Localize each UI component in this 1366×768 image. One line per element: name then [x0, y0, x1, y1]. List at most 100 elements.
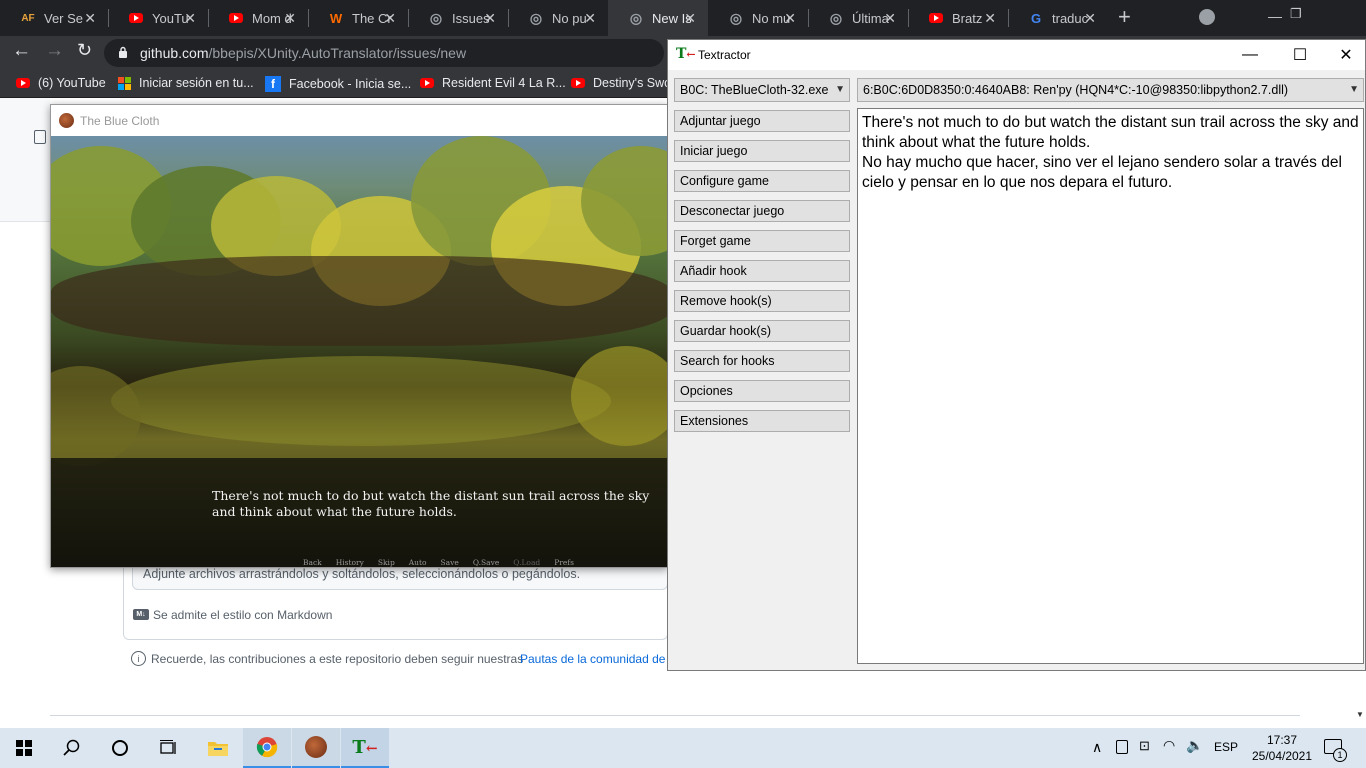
minimize-icon[interactable]: — [1227, 40, 1273, 70]
close-tab-icon[interactable]: ✕ [784, 10, 796, 27]
game-window[interactable]: The Blue Cloth There's not much to do bu… [50, 104, 668, 568]
quick-menu-history[interactable]: History [336, 558, 364, 567]
browser-tab[interactable]: W The Cr ✕ [308, 0, 408, 36]
bookmark-microsoft[interactable]: Iniciar sesión en tu... [118, 76, 254, 90]
chevron-up-icon[interactable]: ∧ [1092, 739, 1102, 756]
volume-icon[interactable]: 🔈 [1186, 737, 1203, 754]
bookmark-destiny[interactable]: Destiny's Swo [571, 76, 671, 90]
text-translation: No hay mucho que hacer, sino ver el leja… [862, 154, 1342, 191]
launch-button[interactable]: Iniciar juego [674, 140, 850, 162]
search-hooks-button[interactable]: Search for hooks [674, 350, 850, 372]
detach-button[interactable]: Desconectar juego [674, 200, 850, 222]
browser-tab[interactable]: YouTu ✕ [108, 0, 208, 36]
configure-button[interactable]: Configure game [674, 170, 850, 192]
browser-tab[interactable]: ◎ Issues ✕ [408, 0, 508, 36]
chrome-icon[interactable] [243, 728, 291, 768]
facebook-icon: f [265, 76, 281, 92]
chevron-down-icon: ▼ [835, 84, 845, 95]
browser-tab[interactable]: ◎ No pu ✕ [508, 0, 608, 36]
windows-start-icon[interactable] [0, 728, 48, 768]
tab-search-icon[interactable] [1199, 9, 1215, 25]
bookmark-youtube[interactable]: (6) YouTube [16, 76, 106, 90]
close-tab-icon[interactable]: ✕ [684, 10, 696, 27]
textractor-titlebar: T← Textractor — ☐ ✕ [668, 40, 1365, 70]
file-explorer-icon[interactable] [194, 728, 242, 768]
github-icon: ◎ [429, 9, 443, 26]
save-hook-button[interactable]: Guardar hook(s) [674, 320, 850, 342]
browser-tab-active[interactable]: ◎ New Is ✕ [608, 0, 708, 36]
game-titlebar: The Blue Cloth [51, 105, 667, 136]
close-tab-icon[interactable]: ✕ [384, 10, 396, 27]
search-icon[interactable] [48, 728, 96, 768]
quick-menu-prefs[interactable]: Prefs [554, 558, 574, 567]
close-tab-icon[interactable]: ✕ [184, 10, 196, 27]
dialogue-box: There's not much to do but watch the dis… [51, 458, 667, 567]
textractor-window: T← Textractor — ☐ ✕ B0C: TheBlueCloth-32… [667, 39, 1366, 671]
task-view-icon[interactable] [144, 728, 192, 768]
maximize-icon[interactable]: ☐ [1277, 40, 1323, 70]
clock[interactable]: 17:37 25/04/2021 [1244, 732, 1320, 764]
attach-button[interactable]: Adjuntar juego [674, 110, 850, 132]
browser-tab[interactable]: Bratz ✕ [908, 0, 1008, 36]
restore-icon[interactable]: ❐ [1290, 6, 1302, 22]
text-output[interactable]: There's not much to do but watch the dis… [857, 108, 1364, 664]
address-bar[interactable]: github.com/bbepis/XUnity.AutoTranslator/… [104, 39, 664, 67]
remove-hook-button[interactable]: Remove hook(s) [674, 290, 850, 312]
w-icon: W [329, 10, 343, 26]
game-scene[interactable]: There's not much to do but watch the dis… [51, 136, 667, 567]
github-icon: ◎ [629, 9, 643, 26]
bookmark-facebook[interactable]: f Facebook - Inicia se... [265, 76, 411, 92]
browser-tab[interactable]: AF Ver Se ✕ [0, 0, 108, 36]
game-taskbar-icon[interactable] [292, 728, 340, 768]
close-tab-icon[interactable]: ✕ [884, 10, 896, 27]
google-icon: G [1030, 10, 1042, 26]
browser-tab[interactable]: ◎ No mu ✕ [708, 0, 808, 36]
network-ethernet-icon[interactable]: ⊡ [1139, 738, 1150, 754]
youtube-icon [228, 10, 244, 26]
quick-menu-save[interactable]: Save [441, 558, 459, 567]
back-icon[interactable]: ← [12, 40, 31, 62]
youtube-icon [928, 10, 944, 26]
community-guidelines-link[interactable]: Pautas de la comunidad de [520, 652, 665, 666]
youtube-icon [420, 78, 434, 88]
forward-icon[interactable]: → [45, 40, 64, 62]
close-tab-icon[interactable]: ✕ [1084, 10, 1096, 27]
close-tab-icon[interactable]: ✕ [84, 10, 96, 27]
options-button[interactable]: Opciones [674, 380, 850, 402]
textractor-taskbar-icon[interactable]: T← [341, 728, 389, 768]
browser-tab[interactable]: G traduc ✕ [1008, 0, 1108, 36]
dialogue-text: There's not much to do but watch the dis… [212, 488, 650, 519]
add-hook-button[interactable]: Añadir hook [674, 260, 850, 282]
close-icon[interactable]: ✕ [1323, 40, 1366, 70]
process-select[interactable]: B0C: TheBlueCloth-32.exe ▼ [674, 78, 850, 102]
camera-icon[interactable] [1116, 740, 1128, 754]
reload-icon[interactable]: ↻ [77, 40, 92, 61]
quick-menu-auto[interactable]: Auto [409, 558, 427, 567]
extensions-button[interactable]: Extensiones [674, 410, 850, 432]
browser-tab[interactable]: ◎ Última ✕ [808, 0, 908, 36]
github-icon: ◎ [529, 9, 543, 26]
hook-select[interactable]: 6:B0C:6D0D8350:0:4640AB8: Ren'py (HQN4*C… [857, 78, 1364, 102]
cortana-icon[interactable] [96, 728, 144, 768]
forget-button[interactable]: Forget game [674, 230, 850, 252]
wifi-icon[interactable]: ◠ [1163, 737, 1175, 754]
quick-menu-back[interactable]: Back [303, 558, 322, 567]
minimize-icon[interactable]: — [1268, 8, 1282, 24]
close-tab-icon[interactable]: ✕ [284, 10, 296, 27]
text-original: There's not much to do but watch the dis… [862, 114, 1359, 151]
quick-menu-qload[interactable]: Q.Load [513, 558, 540, 567]
browser-tab-strip: AF Ver Se ✕ YouTu ✕ Mom d ✕ W The Cr ✕ ◎… [0, 0, 1366, 36]
scroll-down-icon[interactable]: ▼ [1356, 710, 1364, 719]
close-tab-icon[interactable]: ✕ [984, 10, 996, 27]
new-tab-icon[interactable]: + [1118, 4, 1131, 30]
quick-menu-skip[interactable]: Skip [378, 558, 395, 567]
language-indicator[interactable]: ESP [1214, 740, 1238, 754]
close-tab-icon[interactable]: ✕ [484, 10, 496, 27]
bookmark-resident-evil[interactable]: Resident Evil 4 La R... [420, 76, 566, 90]
browser-tab[interactable]: Mom d ✕ [208, 0, 308, 36]
close-tab-icon[interactable]: ✕ [584, 10, 596, 27]
markdown-icon: M↓ [133, 609, 149, 620]
quick-menu-qsave[interactable]: Q.Save [473, 558, 499, 567]
lock-icon [118, 45, 128, 58]
markdown-link[interactable]: Se admite el estilo con Markdown [153, 608, 332, 622]
